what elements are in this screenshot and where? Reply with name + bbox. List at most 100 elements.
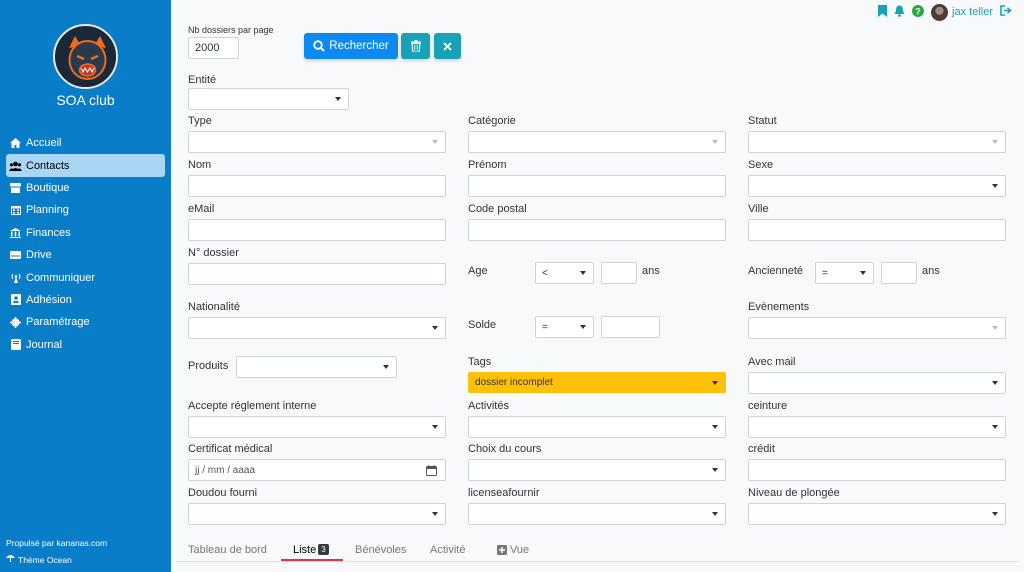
tab-liste[interactable]: Liste 3 (293, 544, 329, 556)
bell-icon[interactable] (894, 5, 905, 20)
accepte-reglement-select[interactable] (188, 416, 446, 438)
age-input[interactable] (601, 262, 637, 284)
chevron-down-icon (432, 512, 438, 516)
sidebar-item-label: Planning (26, 204, 69, 217)
trash-icon (410, 40, 421, 52)
per-page-label: Nb dossiers par page (188, 25, 274, 35)
certificat-date-input[interactable]: jj / mm / aaaa (188, 459, 446, 481)
plongee-select[interactable] (748, 503, 1006, 525)
sidebar-item-adhesion[interactable]: Adhésion (6, 289, 165, 311)
logout-icon[interactable] (1000, 5, 1012, 19)
ceinture-label: ceinture (748, 400, 788, 412)
sidebar-item-parametrage[interactable]: Paramétrage (6, 311, 165, 333)
no-dossier-input[interactable] (188, 263, 446, 285)
broadcast-icon (9, 272, 22, 283)
no-dossier-label: N° dossier (188, 247, 239, 259)
type-select[interactable] (188, 131, 446, 153)
chevron-down-icon (712, 468, 718, 472)
age-operator-select[interactable]: < (535, 262, 594, 284)
sidebar-item-boutique[interactable]: Boutique (6, 177, 165, 199)
theme-selector[interactable]: Thème Ocean (6, 554, 72, 565)
sidebar-item-label: Contacts (26, 159, 70, 172)
sidebar-item-contacts[interactable]: Contacts (6, 154, 165, 177)
tags-value: dossier incomplet (475, 377, 553, 388)
licence-select[interactable] (468, 503, 726, 525)
sidebar-item-label: Drive (26, 249, 52, 262)
users-icon (9, 160, 22, 171)
choix-cours-select[interactable] (468, 459, 726, 481)
sidebar-item-label: Adhésion (26, 293, 72, 306)
nom-input[interactable] (188, 175, 446, 197)
ville-label: Ville (748, 203, 769, 215)
bookmark-icon[interactable] (878, 4, 888, 20)
nationalite-label: Nationalité (188, 301, 240, 313)
sidebar-item-finances[interactable]: Finances (6, 222, 165, 244)
powered-by[interactable]: Propulsé par kananas.com (6, 538, 107, 548)
age-operator-value: < (542, 267, 548, 279)
tab-activite[interactable]: Activité (430, 544, 465, 556)
activites-select[interactable] (468, 416, 726, 438)
type-label: Type (188, 115, 212, 127)
doudou-select[interactable] (188, 503, 446, 525)
chevron-down-icon (992, 184, 998, 188)
code-postal-input[interactable] (468, 219, 726, 241)
sidebar-item-label: Communiquer (26, 271, 96, 284)
sexe-select[interactable] (748, 175, 1006, 197)
sidebar-item-planning[interactable]: Planning (6, 199, 165, 221)
search-button[interactable]: Rechercher (304, 33, 398, 59)
user-name[interactable]: jax teller (952, 6, 993, 18)
ville-input[interactable] (748, 219, 1006, 241)
tab-vue-label: Vue (510, 544, 530, 556)
evenements-select[interactable] (748, 317, 1006, 339)
certificat-placeholder: jj / mm / aaaa (195, 464, 256, 476)
solde-operator-select[interactable]: = (535, 316, 594, 338)
count-badge: 3 (318, 544, 329, 555)
sidebar-item-communiquer[interactable]: Communiquer (6, 266, 165, 288)
chevron-down-icon (383, 365, 389, 369)
avec-mail-select[interactable] (748, 372, 1006, 394)
delete-button[interactable] (401, 33, 430, 59)
solde-input[interactable] (601, 316, 660, 338)
credit-input[interactable] (748, 459, 1006, 481)
sidebar-item-journal[interactable]: Journal (6, 334, 165, 356)
statut-select[interactable] (748, 131, 1006, 153)
prenom-label: Prénom (468, 159, 507, 171)
tab-vue[interactable]: Vue (497, 544, 529, 556)
avatar[interactable] (931, 3, 949, 21)
prenom-input[interactable] (468, 175, 726, 197)
calendar-icon[interactable] (426, 465, 437, 476)
ceinture-select[interactable] (748, 416, 1006, 438)
anciennete-label: Ancienneté (748, 265, 804, 277)
anciennete-operator-select[interactable]: = (815, 262, 874, 284)
tags-select[interactable]: dossier incomplet (468, 372, 726, 393)
email-input[interactable] (188, 219, 446, 241)
calendar-icon (9, 205, 22, 216)
chevron-down-icon (712, 512, 718, 516)
chevron-down-icon (992, 512, 998, 516)
chevron-down-icon (432, 326, 438, 330)
tab-tableau-de-bord[interactable]: Tableau de bord (188, 544, 267, 556)
gear-icon (9, 316, 22, 328)
store-icon (9, 182, 22, 193)
tab-benevoles[interactable]: Bénévoles (355, 544, 406, 556)
entite-select[interactable] (188, 88, 349, 110)
clear-button[interactable] (434, 33, 461, 59)
code-postal-label: Code postal (468, 203, 527, 215)
plus-square-icon (497, 545, 507, 555)
sidebar: SOA club Accueil Contacts Boutique Plann… (0, 0, 171, 572)
topbar: ? jax teller (878, 3, 1012, 21)
search-button-label: Rechercher (329, 40, 389, 52)
nationalite-select[interactable] (188, 317, 446, 339)
umbrella-icon (6, 554, 15, 565)
anciennete-input[interactable] (881, 262, 917, 284)
chevron-down-icon (580, 325, 586, 329)
per-page-input[interactable]: 2000 (188, 37, 239, 59)
entite-label: Entité (188, 74, 217, 86)
produits-select[interactable] (236, 356, 397, 378)
help-icon[interactable]: ? (912, 4, 925, 20)
anciennete-unit: ans (922, 265, 940, 277)
sidebar-item-drive[interactable]: Drive (6, 244, 165, 266)
categorie-select[interactable] (468, 131, 726, 153)
chevron-down-icon (992, 140, 998, 144)
sidebar-item-accueil[interactable]: Accueil (6, 132, 165, 154)
